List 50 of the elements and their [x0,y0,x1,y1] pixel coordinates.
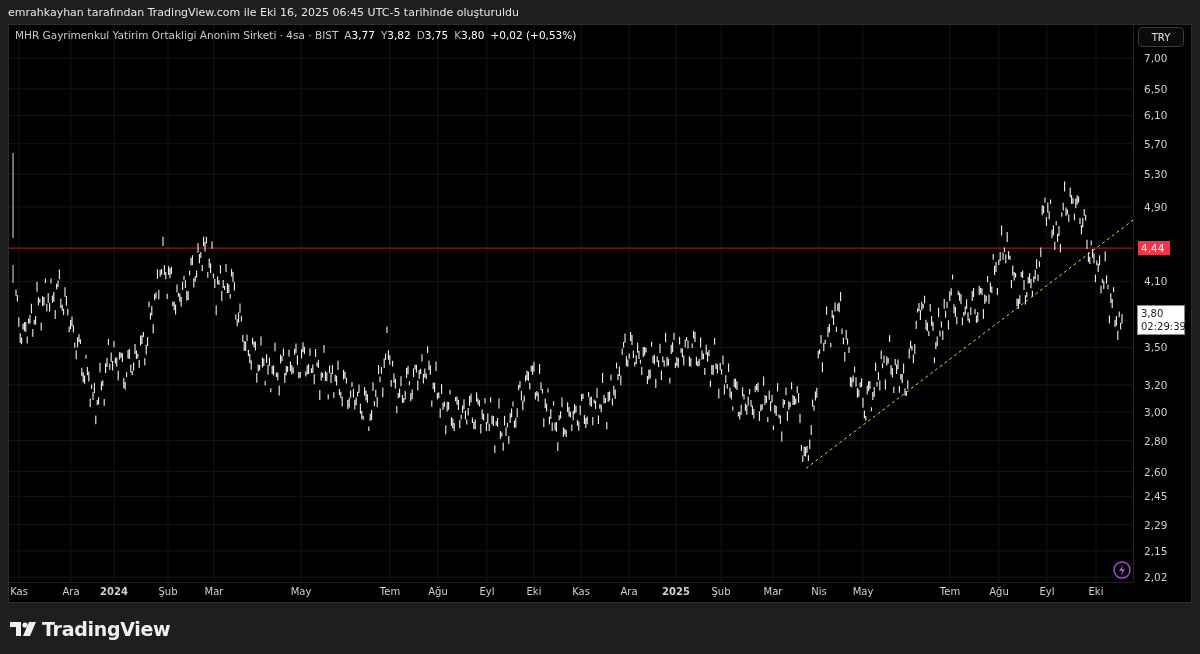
time-tick: Tem [939,586,961,597]
price-tick: 5,70 [1144,136,1168,151]
time-tick: May [290,586,312,597]
price-tick: 7,00 [1144,51,1168,65]
symbol-title: MHR Gayrimenkul Yatirim Ortakligi Anonim Sirketi · 4sa · BIST [15,29,339,41]
time-tick: Ara [620,586,638,597]
time-tick: May [852,586,874,597]
current-price: 3,80 [1141,307,1165,321]
price-tick: 2,60 [1144,464,1168,479]
price-tick: 3,20 [1144,377,1168,392]
time-tick: Ara [62,586,80,597]
price-tick: 5,30 [1144,167,1168,182]
price-tick: 2,80 [1144,433,1168,448]
ohlc-value: Y3,82 [380,29,411,41]
price-tick: 2,45 [1144,489,1168,504]
ohlc-value: K3,80 [454,29,485,41]
ohlc-value: A3,77 [344,29,375,41]
price-tick: 2,29 [1144,517,1168,532]
time-tick: Tem [379,586,401,597]
price-tick: 3,50 [1144,340,1168,355]
time-tick: Eki [526,586,542,597]
lightning-icon[interactable] [1113,561,1131,579]
time-tick: Mar [204,586,224,597]
price-tick: 4,90 [1144,199,1168,214]
logo-icon [10,621,36,636]
price-tick: 2,15 [1144,543,1168,558]
time-tick: Şub [158,586,178,597]
brand-name: TradingView [42,617,171,640]
time-tick: Şub [711,586,731,597]
price-tick: 6,50 [1144,81,1168,96]
currency-button[interactable]: TRY [1138,27,1184,47]
time-tick: Eyl [479,586,495,597]
price-change: +0,02 (+0,53%) [490,29,577,41]
price-tick: 6,10 [1144,108,1168,123]
ohlc-value: D3,75 [416,29,449,41]
time-tick: Kas [10,586,28,597]
time-tick: Kas [572,586,590,597]
price-tick: 4,10 [1144,274,1168,289]
time-tick: 2024 [100,586,128,597]
time-tick: Mar [763,586,783,597]
time-tick: 2025 [662,586,690,597]
time-tick: Nis [811,586,827,597]
time-tick: Eyl [1039,586,1055,597]
time-tick: Eki [1088,586,1104,597]
price-tick: 2,02 [1144,570,1168,584]
price-tick: 3,00 [1144,404,1168,419]
attribution-text: emrahkayhan tarafından TradingView.com ile Eki 16, 2025 06:45 UTC-5 tarihinde oluşturuldu [7,4,521,21]
time-tick: Ağu [428,586,448,597]
time-tick: Ağu [989,586,1009,597]
price-level-label: 4,44 [1138,241,1170,256]
